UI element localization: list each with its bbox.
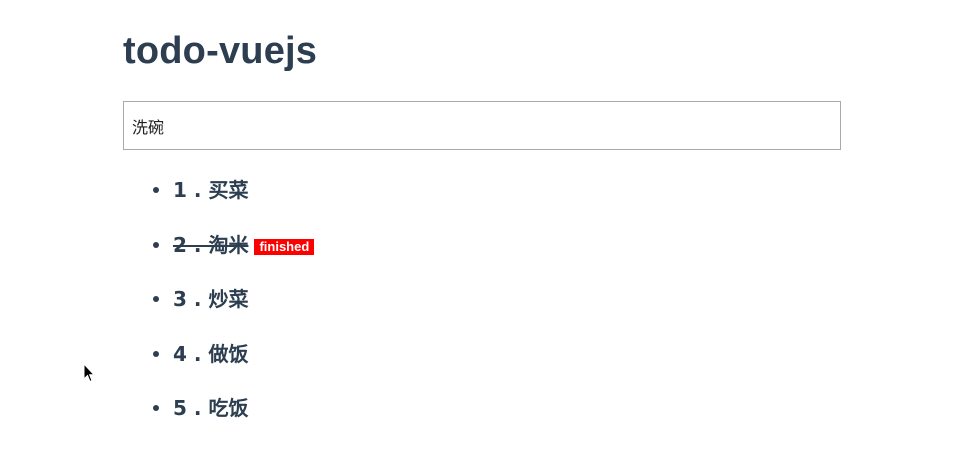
mouse-pointer-icon	[83, 362, 96, 388]
todo-input[interactable]	[123, 101, 841, 150]
todo-item-label: 2 . 淘米	[173, 232, 249, 257]
todo-item[interactable]: 1 . 买菜	[153, 165, 314, 220]
bullet-icon	[153, 187, 159, 193]
page-title: todo-vuejs	[123, 30, 318, 72]
bullet-icon	[153, 350, 159, 357]
todo-list: 1 . 买菜 2 . 淘米 finished 3 . 炒菜 4 . 做饭 5 . …	[123, 165, 315, 438]
todo-item-label: 5 . 吃饭	[173, 396, 249, 420]
finished-badge: finished	[254, 238, 315, 255]
bullet-icon	[153, 405, 159, 411]
todo-item-label: 1 . 买菜	[173, 178, 249, 202]
todo-item[interactable]: 3 . 炒菜	[153, 274, 314, 329]
bullet-icon	[153, 241, 159, 248]
todo-item[interactable]: 2 . 淘米 finished	[153, 220, 315, 275]
todo-item-label: 4 . 做饭	[173, 341, 249, 366]
todo-item-label: 3 . 炒菜	[173, 287, 249, 311]
todo-item[interactable]: 4 . 做饭	[153, 329, 314, 384]
bullet-icon	[153, 296, 159, 302]
todo-item[interactable]: 5 . 吃饭	[153, 383, 314, 438]
